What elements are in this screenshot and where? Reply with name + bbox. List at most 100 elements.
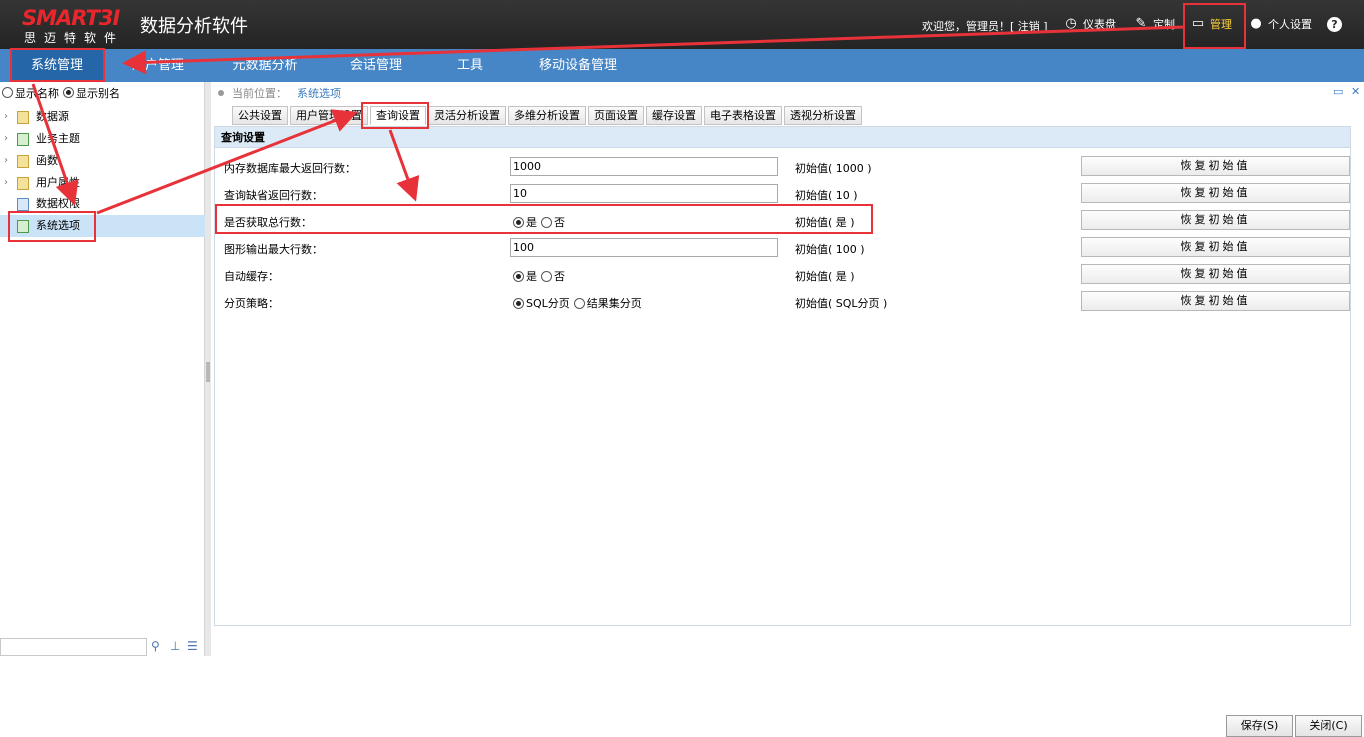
nav-session-admin[interactable]: 会话管理 — [340, 49, 412, 82]
radio-checked-icon — [63, 87, 74, 98]
setting-label: 图形输出最大行数： — [224, 243, 323, 256]
radio-yes[interactable]: 是 — [513, 268, 537, 284]
display-alias-label: 显示别名 — [76, 87, 120, 100]
personal-settings-link[interactable]: ● 个人设置 — [1248, 16, 1312, 32]
default-rows-input[interactable] — [510, 184, 778, 203]
radio-icon — [573, 297, 585, 309]
maximize-icon[interactable]: ▭ — [1333, 85, 1343, 98]
nav-mobile-device-admin[interactable]: 移动设备管理 — [528, 49, 628, 82]
dashboard-link[interactable]: ◷ 仪表盘 — [1063, 16, 1116, 32]
tab-flexible-analysis-settings[interactable]: 灵活分析设置 — [428, 106, 506, 125]
initial-value: 初始值( 是 ) — [795, 216, 855, 229]
customize-label: 定制 — [1153, 18, 1175, 31]
tree-label: 系统选项 — [36, 219, 80, 232]
data-permission-icon — [17, 198, 29, 211]
tree-item-business-theme[interactable]: › 业务主题 — [0, 128, 205, 150]
nav-system-admin[interactable]: 系统管理 — [10, 49, 104, 82]
query-settings-panel: 查询设置 内存数据库最大返回行数： 初始值( 1000 ) 恢复初始值 查询缺省… — [214, 126, 1351, 626]
manage-label: 管理 — [1210, 18, 1232, 31]
help-icon[interactable]: ? — [1327, 17, 1342, 32]
display-name-option[interactable]: 显示名称 — [2, 85, 59, 101]
reset-button[interactable]: 恢复初始值 — [1081, 183, 1350, 203]
breadcrumb-current[interactable]: 系统选项 — [297, 85, 341, 101]
manage-link[interactable]: ▭ 管理 — [1190, 16, 1232, 32]
tab-multidim-analysis-settings[interactable]: 多维分析设置 — [508, 106, 586, 125]
reset-button[interactable]: 恢复初始值 — [1081, 237, 1350, 257]
tree-item-functions[interactable]: › 函数 — [0, 150, 205, 172]
radio-icon — [541, 216, 552, 228]
tree-label: 业务主题 — [36, 132, 80, 145]
chevron-right-icon[interactable]: › — [4, 172, 8, 194]
tree-view-icon[interactable]: ⊥ — [170, 639, 180, 653]
gauge-icon: ◷ — [1065, 16, 1077, 31]
reset-button[interactable]: 恢复初始值 — [1081, 210, 1350, 230]
setting-row-memdb-max-rows: 内存数据库最大返回行数： 初始值( 1000 ) 恢复初始值 — [215, 153, 1350, 180]
tab-query-settings[interactable]: 查询设置 — [370, 106, 426, 125]
pencil-icon: ✎ — [1135, 16, 1147, 31]
breadcrumb-dot-icon — [218, 90, 224, 96]
list-view-icon[interactable]: ☰ — [187, 639, 198, 653]
radio-no[interactable]: 否 — [541, 214, 565, 230]
welcome-logout-link[interactable]: 欢迎您，管理员！[ 注销 ] — [922, 18, 1048, 34]
chevron-right-icon[interactable]: › — [4, 150, 8, 172]
tab-page-settings[interactable]: 页面设置 — [588, 106, 644, 125]
radio-no[interactable]: 否 — [541, 268, 565, 284]
panel-title: 查询设置 — [215, 127, 1350, 148]
display-name-label: 显示名称 — [15, 87, 59, 100]
app-header: SMART3I 思迈特软件 数据分析软件 欢迎您，管理员！[ 注销 ] ◷ 仪表… — [0, 0, 1364, 49]
tab-user-admin-settings[interactable]: 用户管理设置 — [290, 106, 368, 125]
reset-button[interactable]: 恢复初始值 — [1081, 291, 1350, 311]
radio-yes[interactable]: 是 — [513, 214, 537, 230]
initial-value: 初始值( 100 ) — [795, 243, 865, 256]
tree-item-system-options[interactable]: 系统选项 — [0, 215, 205, 237]
tab-public-settings[interactable]: 公共设置 — [232, 106, 288, 125]
initial-value: 初始值( 是 ) — [795, 270, 855, 283]
setting-row-default-rows: 查询缺省返回行数： 初始值( 10 ) 恢复初始值 — [215, 180, 1350, 207]
smartbi-logo: SMART3I 思迈特软件 — [22, 6, 130, 45]
tree-label: 数据源 — [36, 110, 69, 123]
setting-row-get-total-rows: 是否获取总行数： 是 否 初始值( 是 ) 恢复初始值 — [215, 207, 1350, 234]
breadcrumb-prefix: 当前位置： — [232, 87, 287, 100]
chevron-right-icon[interactable]: › — [4, 128, 8, 150]
memdb-max-rows-input[interactable] — [510, 157, 778, 176]
customize-link[interactable]: ✎ 定制 — [1133, 16, 1175, 32]
app-title: 数据分析软件 — [140, 16, 248, 37]
tree-item-user-attributes[interactable]: › 用户属性 — [0, 172, 205, 194]
save-button[interactable]: 保存(S) — [1226, 715, 1293, 737]
nav-tools[interactable]: 工具 — [444, 49, 496, 82]
splitter-grip[interactable] — [206, 362, 210, 382]
sidebar: 显示名称 显示别名 › 数据源 › 业务主题 › 函数 › 用户属性 数据权限 … — [0, 82, 205, 656]
main-nav: 系统管理 用户管理 元数据分析 会话管理 工具 移动设备管理 — [0, 49, 1364, 82]
setting-row-chart-max-rows: 图形输出最大行数： 初始值( 100 ) 恢复初始值 — [215, 234, 1350, 261]
reset-button[interactable]: 恢复初始值 — [1081, 156, 1350, 176]
radio-label: 否 — [554, 216, 565, 229]
datasource-icon — [17, 111, 29, 124]
display-alias-option[interactable]: 显示别名 — [63, 85, 120, 101]
get-total-rows-radios: 是 否 — [513, 214, 569, 230]
radio-label: 否 — [554, 270, 565, 283]
tab-cache-settings[interactable]: 缓存设置 — [646, 106, 702, 125]
business-theme-icon — [17, 133, 29, 146]
close-button[interactable]: 关闭(C) — [1295, 715, 1362, 737]
reset-button[interactable]: 恢复初始值 — [1081, 264, 1350, 284]
nav-user-admin[interactable]: 用户管理 — [118, 49, 198, 82]
tree-label: 用户属性 — [36, 176, 80, 189]
radio-label: SQL分页 — [526, 297, 570, 310]
search-icon[interactable]: ⚲ — [151, 639, 160, 653]
setting-label: 查询缺省返回行数： — [224, 189, 323, 202]
close-icon[interactable]: ✕ — [1351, 85, 1360, 98]
tab-pivot-analysis-settings[interactable]: 透视分析设置 — [784, 106, 862, 125]
settings-tabs: 公共设置 用户管理设置 查询设置 灵活分析设置 多维分析设置 页面设置 缓存设置… — [232, 106, 864, 126]
radio-sql-paging[interactable]: SQL分页 — [513, 295, 570, 311]
nav-metadata-analysis[interactable]: 元数据分析 — [222, 49, 308, 82]
radio-resultset-paging[interactable]: 结果集分页 — [573, 295, 642, 311]
monitor-icon: ▭ — [1191, 16, 1205, 31]
initial-value: 初始值( 1000 ) — [795, 162, 872, 175]
tab-spreadsheet-settings[interactable]: 电子表格设置 — [704, 106, 782, 125]
chart-max-rows-input[interactable] — [510, 238, 778, 257]
tree-item-data-permissions[interactable]: 数据权限 — [0, 193, 205, 215]
chevron-right-icon[interactable]: › — [4, 106, 8, 128]
user-icon: ● — [1250, 16, 1262, 31]
tree-item-datasource[interactable]: › 数据源 — [0, 106, 205, 128]
sidebar-search-input[interactable] — [0, 638, 147, 656]
